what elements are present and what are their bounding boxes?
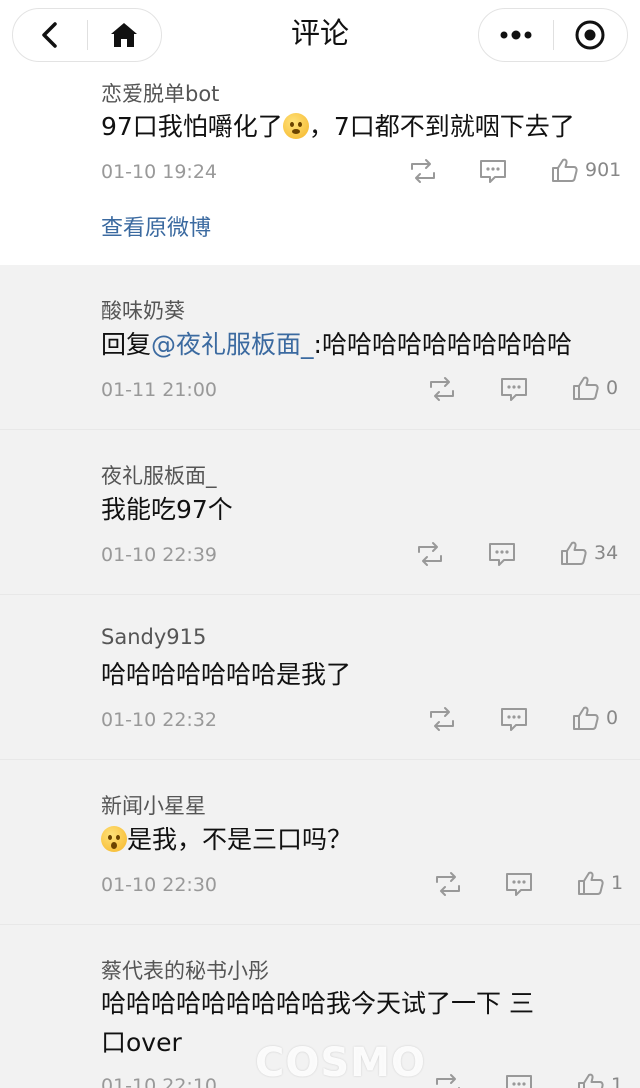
comment-username[interactable]: 恋爱脱单bot — [101, 78, 219, 108]
reply-timestamp: 01-10 22:10 — [101, 1075, 218, 1088]
like-button[interactable]: 0 — [572, 705, 618, 731]
reply-button[interactable] — [504, 871, 534, 897]
comment-timestamp: 01-10 19:24 — [101, 161, 218, 183]
target-icon — [575, 20, 605, 50]
reply-content: 是我，不是三口吗？ — [101, 819, 352, 861]
nav-capsule-right — [478, 8, 628, 62]
repost-icon — [427, 706, 457, 732]
comment-icon — [478, 158, 508, 184]
reply-button[interactable] — [487, 541, 517, 567]
comment-text-part1: 97口我怕嚼化了 — [101, 112, 283, 141]
reply-button[interactable] — [499, 706, 529, 732]
reply-item: 夜礼服板面_ 我能吃97个 01-10 22:39 34 — [0, 430, 640, 595]
like-count: 0 — [606, 707, 619, 729]
back-icon — [42, 22, 57, 48]
repost-icon — [408, 158, 438, 184]
reply-username[interactable]: 蔡代表的秘书小彤 — [101, 955, 269, 985]
repost-icon — [415, 541, 445, 567]
mention-link[interactable]: @夜礼服板面_ — [151, 330, 314, 359]
top-bar: 评论 — [0, 0, 640, 70]
reply-prefix: 回复 — [101, 330, 152, 359]
comment-icon — [504, 1073, 534, 1088]
like-count: 1 — [611, 872, 624, 894]
comment-icon — [499, 376, 529, 402]
watermark-logo: COSMO — [255, 1040, 426, 1086]
like-icon — [560, 540, 588, 566]
comment-icon — [499, 706, 529, 732]
more-button[interactable] — [479, 9, 553, 61]
like-button[interactable]: 901 — [551, 157, 621, 183]
more-icon — [500, 30, 532, 40]
repost-button[interactable] — [415, 541, 445, 567]
like-count: 1 — [611, 1074, 624, 1088]
original-comment: 恋爱脱单bot 97口我怕嚼化了 ，7口都不到就咽下去了 01-10 19:24 … — [0, 70, 640, 265]
reply-username[interactable]: 新闻小星星 — [101, 790, 206, 820]
like-count: 34 — [594, 542, 619, 564]
close-miniprogram-button[interactable] — [554, 9, 628, 61]
reply-content: 我能吃97个 — [101, 495, 233, 524]
repost-button[interactable] — [433, 1073, 463, 1088]
repost-icon — [433, 1073, 463, 1088]
reply-timestamp: 01-10 22:39 — [101, 544, 218, 566]
home-button[interactable] — [88, 9, 162, 61]
repost-button[interactable] — [427, 706, 457, 732]
reply-button[interactable] — [478, 158, 508, 184]
shocked-emoji-icon — [101, 826, 127, 852]
like-button[interactable]: 1 — [577, 870, 623, 896]
comment-icon — [487, 541, 517, 567]
comment-icon — [504, 871, 534, 897]
reply-button[interactable] — [499, 376, 529, 402]
view-original-link[interactable]: 查看原微博 — [101, 210, 211, 242]
reply-timestamp: 01-11 21:00 — [101, 379, 218, 401]
comment-text-part2: ，7口都不到就咽下去了 — [308, 112, 575, 141]
reply-item: 新闻小星星 是我，不是三口吗？ 01-10 22:30 1 — [0, 760, 640, 925]
repost-button[interactable] — [408, 158, 438, 184]
like-count: 901 — [585, 159, 622, 181]
reply-content-line2: 口over — [101, 1028, 182, 1057]
back-button[interactable] — [13, 9, 87, 61]
reply-button[interactable] — [504, 1073, 534, 1088]
repost-icon — [427, 376, 457, 402]
reply-item: 酸味奶葵 回复@夜礼服板面_:哈哈哈哈哈哈哈哈哈哈 01-11 21:00 0 — [0, 265, 640, 430]
like-icon — [572, 375, 600, 401]
reply-content-line1: 哈哈哈哈哈哈哈哈哈我今天试了一下 三 — [101, 989, 534, 1018]
reply-content: 回复@夜礼服板面_:哈哈哈哈哈哈哈哈哈哈 — [101, 324, 572, 366]
reply-username[interactable]: 夜礼服板面_ — [101, 460, 217, 490]
like-icon — [577, 870, 605, 896]
like-icon — [551, 157, 579, 183]
comment-content: 97口我怕嚼化了 ，7口都不到就咽下去了 — [101, 106, 575, 148]
like-button[interactable]: 1 — [577, 1072, 623, 1088]
repost-button[interactable] — [433, 871, 463, 897]
reply-text: :哈哈哈哈哈哈哈哈哈哈 — [313, 330, 572, 359]
reply-timestamp: 01-10 22:32 — [101, 709, 218, 731]
reply-item: Sandy915 哈哈哈哈哈哈哈是我了 01-10 22:32 0 — [0, 595, 640, 760]
like-icon — [577, 1072, 605, 1088]
laugh-cry-emoji-icon — [282, 113, 309, 139]
like-button[interactable]: 34 — [560, 540, 618, 566]
like-count: 0 — [606, 377, 619, 399]
nav-capsule-left — [12, 8, 162, 62]
reply-text: 是我，不是三口吗？ — [127, 825, 353, 854]
reply-content: 哈哈哈哈哈哈哈是我了 — [101, 660, 352, 689]
home-icon — [111, 23, 138, 47]
reply-timestamp: 01-10 22:30 — [101, 874, 218, 896]
repost-icon — [433, 871, 463, 897]
like-icon — [572, 705, 600, 731]
reply-username[interactable]: 酸味奶葵 — [101, 295, 185, 325]
reply-username[interactable]: Sandy915 — [101, 625, 206, 649]
repost-button[interactable] — [427, 376, 457, 402]
like-button[interactable]: 0 — [572, 375, 618, 401]
